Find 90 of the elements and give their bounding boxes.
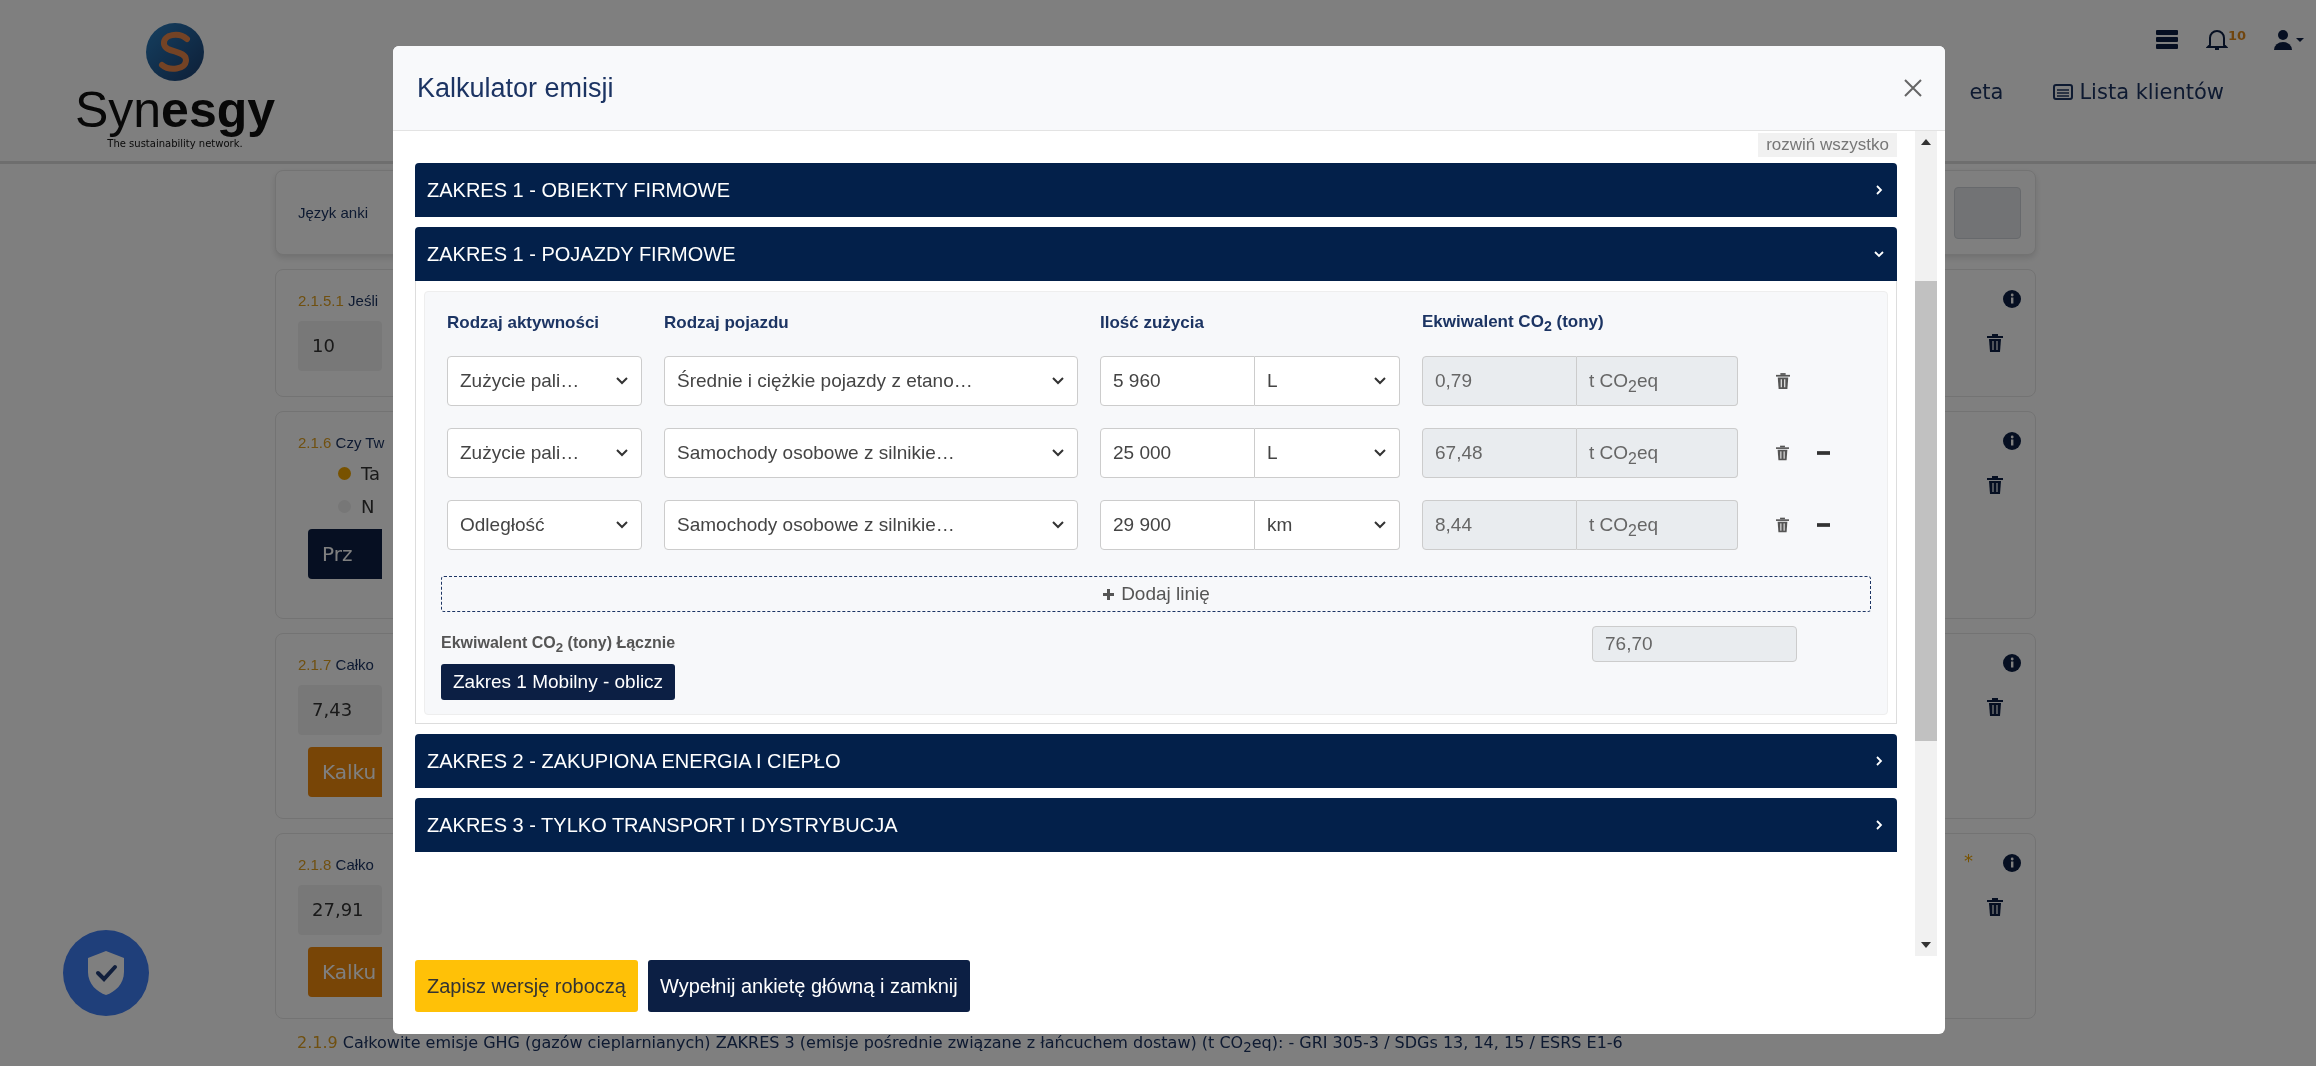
bell-icon[interactable] — [2205, 28, 2228, 52]
nav-link[interactable]: Lista klientów — [2053, 80, 2224, 104]
quantity-field[interactable]: 5 960 — [1100, 356, 1255, 407]
plus-icon — [1102, 587, 1116, 601]
co2-result-field: 67,48 — [1422, 428, 1577, 479]
vehicle-select[interactable]: Średnie i ciężkie pojazdy z etano… — [664, 356, 1078, 407]
accordion-header[interactable]: ZAKRES 3 - TYLKO TRANSPORT I DYSTRYBUCJA — [415, 798, 1897, 853]
required-asterisk: * — [1964, 854, 1973, 868]
chevron-down-icon — [615, 448, 629, 459]
unit-addon: t CO$_{2}$eq — [1577, 356, 1738, 407]
accordion-header[interactable]: ZAKRES 1 - OBIEKTY FIRMOWE — [415, 163, 1897, 217]
chevron-down-icon — [1873, 248, 1885, 260]
column-header: Rodzaj pojazdu — [664, 313, 790, 334]
scrollbar[interactable] — [1915, 131, 1937, 956]
footer-button[interactable]: Zapisz wersję roboczą — [415, 960, 638, 1012]
answer-field[interactable]: 10 — [298, 321, 382, 371]
chevron-down-icon — [1373, 376, 1387, 387]
activity-select[interactable]: Zużycie pali… — [447, 356, 642, 407]
trash-icon[interactable] — [1987, 476, 2003, 494]
info-icon[interactable] — [2003, 854, 2021, 872]
footer-button[interactable]: Wypełnij ankietę główną i zamknij — [647, 960, 970, 1012]
chevron-right-icon — [1873, 755, 1885, 768]
chevron-down-icon — [615, 520, 629, 531]
question-text: 2.1.6 Czy Tw — [298, 434, 385, 451]
trash-icon[interactable] — [1987, 698, 2003, 716]
unit-select[interactable]: L — [1255, 428, 1400, 479]
answer-field[interactable]: 7,43 — [298, 685, 382, 735]
shield-check-icon — [86, 950, 126, 996]
activity-select[interactable]: Zużycie pali… — [447, 428, 642, 479]
chevron-right-icon — [1873, 819, 1885, 832]
trash-icon[interactable] — [1776, 373, 1790, 390]
co2-result-field: 8,44 — [1422, 500, 1577, 551]
chevron-down-icon — [1051, 520, 1065, 531]
vehicle-select[interactable]: Samochody osobowe z silnikie… — [664, 500, 1078, 551]
scroll-down-icon[interactable] — [1921, 942, 1931, 948]
trash-icon[interactable] — [1776, 517, 1789, 534]
chevron-down-icon — [1373, 520, 1387, 531]
total-label: Ekwiwalent CO$_{2}$ (tony) Łącznie — [441, 633, 676, 655]
add-line-button[interactable]: Dodaj linię — [441, 576, 1871, 613]
radio-option[interactable]: N — [338, 496, 375, 517]
minus-icon[interactable] — [1817, 451, 1830, 456]
chevron-down-icon — [615, 376, 629, 387]
unit-select[interactable]: km — [1255, 500, 1400, 551]
card-button[interactable]: Prz — [308, 529, 382, 579]
info-icon[interactable] — [2003, 290, 2021, 308]
quantity-field[interactable]: 29 900 — [1100, 500, 1255, 551]
chevron-down-icon — [1373, 448, 1387, 459]
question-text: 2.1.9 Całkowite emisje GHG (gazów cieplarnianych) ZAKRES 3 (emisje pośrednie związane z łańcuchem dostaw) (t CO$_{2}$eq): - GRI 305-3 / SDGs 13, 14, 15 / ESRS E1-6 — [297, 1033, 1624, 1056]
compute-button[interactable]: Zakres 1 Mobilny - oblicz — [441, 664, 676, 701]
logo-tagline: The sustainability network. — [107, 138, 243, 149]
notification-count: 10 — [2227, 28, 2246, 43]
expand-all-link[interactable]: rozwiń wszystko — [1758, 133, 1897, 157]
scroll-up-icon[interactable] — [1921, 139, 1931, 145]
column-header: Ilość zużycia — [1100, 313, 1205, 334]
trash-icon[interactable] — [1987, 334, 2003, 352]
unit-addon: t CO$_{2}$eq — [1577, 428, 1738, 479]
language-label: Język anki — [298, 204, 369, 221]
unit-select[interactable]: L — [1255, 356, 1400, 407]
info-icon[interactable] — [2003, 432, 2021, 450]
total-field: 76,70 — [1592, 626, 1797, 663]
question-text: 2.1.7 Całko — [298, 656, 374, 673]
trash-icon[interactable] — [1987, 898, 2003, 916]
nav-link[interactable]: eta — [1969, 80, 2004, 104]
server-icon[interactable] — [2155, 30, 2178, 50]
close-icon[interactable] — [1903, 78, 1923, 98]
chevron-right-icon — [1873, 184, 1885, 196]
vehicle-select[interactable]: Samochody osobowe z silnikie… — [664, 428, 1078, 479]
accordion-header[interactable]: ZAKRES 1 - POJAZDY FIRMOWE — [415, 227, 1897, 281]
language-field[interactable] — [1954, 186, 2021, 239]
logo-icon — [145, 22, 205, 82]
co2-result-field: 0,79 — [1422, 356, 1577, 407]
minus-icon[interactable] — [1817, 523, 1830, 528]
quantity-field[interactable]: 25 000 — [1100, 428, 1255, 479]
trash-icon[interactable] — [1776, 445, 1789, 462]
chevron-down-icon — [1051, 376, 1065, 387]
chevron-down-icon — [1051, 448, 1065, 459]
activity-select[interactable]: Odległość — [447, 500, 642, 551]
question-text: 2.1.5.1 Jeśli — [298, 292, 379, 309]
radio-option[interactable]: Ta — [338, 463, 381, 484]
dialog-title: Kalkulator emisji — [417, 72, 614, 104]
column-header: Ekwiwalent CO$_{2}$ (tony) — [1422, 312, 1605, 335]
logo-wordmark: Synesgy — [74, 82, 276, 138]
list-icon — [2053, 84, 2074, 100]
info-icon[interactable] — [2003, 654, 2021, 672]
answer-field[interactable]: 27,91 — [298, 885, 382, 935]
unit-addon: t CO$_{2}$eq — [1577, 500, 1738, 551]
question-text: 2.1.8 Całko — [298, 856, 374, 873]
column-header: Rodzaj aktywności — [447, 313, 601, 334]
user-icon[interactable] — [2274, 30, 2304, 50]
accordion-header[interactable]: ZAKRES 2 - ZAKUPIONA ENERGIA I CIEPŁO — [415, 734, 1897, 789]
